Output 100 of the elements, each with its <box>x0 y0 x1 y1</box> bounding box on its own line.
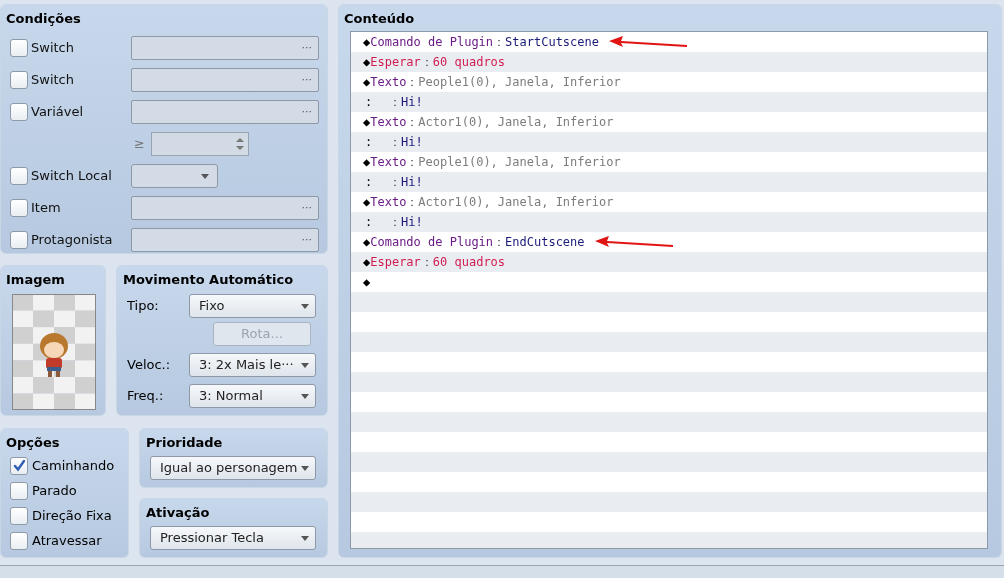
picker-field[interactable]: ··· <box>131 68 319 92</box>
separator: ： <box>406 74 419 91</box>
command-name: Esperar <box>370 54 421 71</box>
caret-icon <box>201 173 209 179</box>
event-row[interactable]: : ：Hi! <box>351 92 987 112</box>
event-row[interactable]: : ：Hi! <box>351 132 987 152</box>
operator-label: ≥ <box>134 135 146 154</box>
trigger-dropdown[interactable]: Pressionar Tecla <box>150 526 316 550</box>
checkbox[interactable] <box>10 167 28 185</box>
event-marker: : <box>364 174 374 191</box>
caret-icon <box>301 465 309 471</box>
section-title: Opções <box>6 435 61 451</box>
checkbox[interactable] <box>10 71 28 89</box>
event-marker: ◆ <box>363 254 371 271</box>
command-name: Texto <box>370 154 407 171</box>
separator: ： <box>493 34 506 51</box>
checkbox[interactable] <box>10 531 28 550</box>
separator: ： <box>406 194 419 211</box>
command-name: Comando de Plugin <box>370 34 494 51</box>
command-name: Comando de Plugin <box>370 234 494 251</box>
separator: ： <box>493 234 506 251</box>
type-dropdown[interactable]: Fixo <box>189 294 316 318</box>
image-preview[interactable] <box>12 294 96 410</box>
command-arguments: Actor1(0), Janela, Inferior <box>418 114 614 131</box>
picker-field[interactable]: ··· <box>131 196 319 220</box>
ellipsis-button[interactable]: ··· <box>301 231 312 249</box>
command-arguments: 60 quadros <box>432 54 506 71</box>
event-row[interactable]: ◆Esperar：60 quadros <box>351 52 987 72</box>
command-arguments: Hi! <box>401 134 423 151</box>
option-label: Parado <box>32 481 77 500</box>
condition-label: Switch <box>31 39 75 58</box>
picker-field[interactable]: ··· <box>131 228 319 252</box>
command-arguments: Hi! <box>401 94 423 111</box>
event-marker: : <box>364 214 374 231</box>
event-row[interactable]: ◆Esperar：60 quadros <box>351 252 987 272</box>
event-marker: ◆ <box>363 74 371 91</box>
checkbox[interactable] <box>10 456 28 475</box>
condition-label: Switch Local <box>31 167 113 186</box>
option-label: Caminhando <box>32 456 115 475</box>
separator: ： <box>389 214 401 231</box>
separator: ： <box>406 114 419 131</box>
command-arguments: People1(0), Janela, Inferior <box>418 154 621 171</box>
condition-label: Protagonista <box>31 231 114 250</box>
frequency-label: Freq.: <box>126 387 165 406</box>
speed-label: Veloc.: <box>126 356 172 375</box>
separator: ： <box>389 134 401 151</box>
section-title: Condições <box>6 11 82 27</box>
check-icon <box>12 459 26 472</box>
event-marker: ◆ <box>363 34 371 51</box>
ellipsis-button[interactable]: ··· <box>301 39 312 57</box>
checkbox[interactable] <box>10 481 28 500</box>
event-row[interactable]: : ：Hi! <box>351 212 987 232</box>
ellipsis-button[interactable]: ··· <box>301 199 312 217</box>
caret-icon <box>301 535 309 541</box>
picker-field[interactable]: ··· <box>131 36 319 60</box>
caret-icon <box>301 303 309 309</box>
speed-dropdown[interactable]: 3: 2x Mais le··· <box>189 353 316 377</box>
option-label: Atravessar <box>32 531 102 550</box>
spinner-arrows-icon <box>236 137 244 151</box>
dropdown[interactable] <box>131 164 218 188</box>
picker-field[interactable]: ··· <box>131 100 319 124</box>
event-marker: ◆ <box>363 274 371 291</box>
command-name: Texto <box>370 74 407 91</box>
separator: ： <box>389 174 401 191</box>
section-title: Imagem <box>6 272 66 288</box>
command-arguments: People1(0), Janela, Inferior <box>418 74 621 91</box>
ellipsis-button[interactable]: ··· <box>301 103 312 121</box>
type-label: Tipo: <box>126 297 160 316</box>
priority-dropdown[interactable]: Igual ao personagem <box>150 456 316 480</box>
command-arguments: StartCutscene <box>505 34 599 51</box>
checkbox[interactable] <box>10 199 28 217</box>
command-name: Texto <box>370 194 407 211</box>
section-title: Prioridade <box>146 435 224 451</box>
checkbox[interactable] <box>10 103 28 121</box>
command-arguments: Actor1(0), Janela, Inferior <box>418 194 614 211</box>
option-label: Direção Fixa <box>32 506 112 525</box>
event-marker: ◆ <box>363 114 371 131</box>
condition-label: Item <box>31 199 62 218</box>
condition-label: Switch <box>31 71 75 90</box>
event-marker: ◆ <box>363 234 371 251</box>
command-arguments: Hi! <box>401 174 423 191</box>
section-title: Movimento Automático <box>123 272 295 288</box>
checkbox[interactable] <box>10 39 28 57</box>
event-row[interactable]: : ：Hi! <box>351 172 987 192</box>
checkbox[interactable] <box>10 231 28 249</box>
command-name: Esperar <box>370 254 421 271</box>
ellipsis-button[interactable]: ··· <box>301 71 312 89</box>
command-arguments: Hi! <box>401 214 423 231</box>
command-arguments: EndCutscene <box>505 234 585 251</box>
event-marker: : <box>364 94 374 111</box>
character-figure <box>37 330 71 378</box>
event-marker: ◆ <box>363 194 371 211</box>
condition-label: Variável <box>31 103 85 122</box>
event-marker: : <box>364 134 374 151</box>
checkbox[interactable] <box>10 506 28 525</box>
number-spinner[interactable] <box>151 132 249 156</box>
frequency-dropdown[interactable]: 3: Normal <box>189 384 316 408</box>
separator: ： <box>420 254 433 271</box>
command-arguments: 60 quadros <box>432 254 506 271</box>
event-marker: ◆ <box>363 154 371 171</box>
